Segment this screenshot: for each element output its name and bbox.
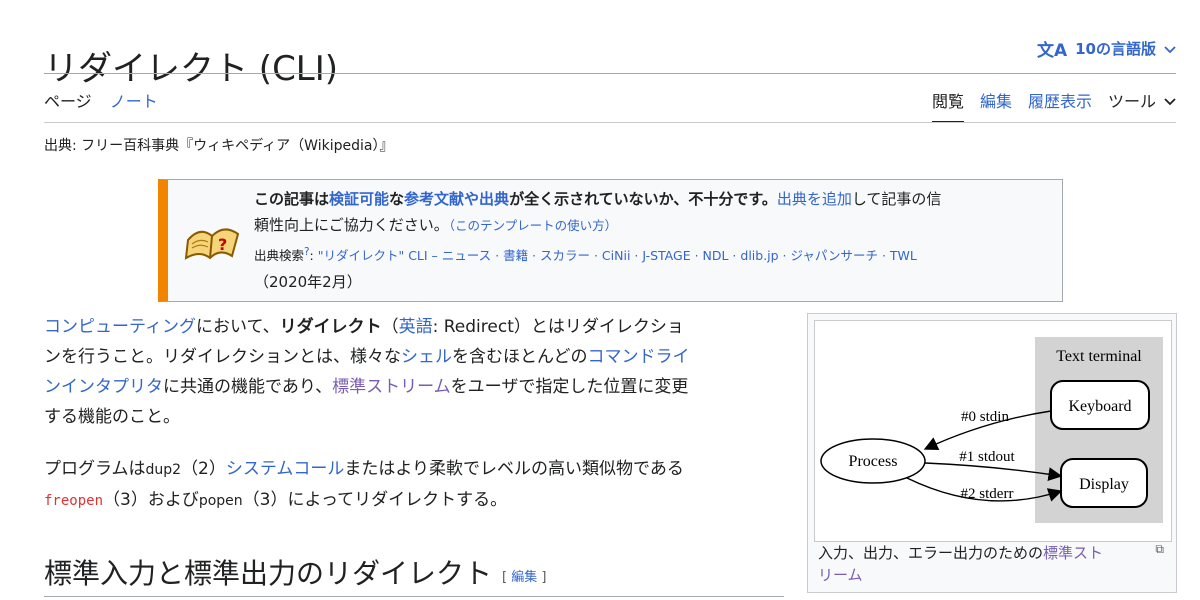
tab-talk[interactable]: ノート <box>110 88 158 112</box>
link-command-line[interactable]: コマンドライ <box>588 347 690 367</box>
edit-bracket-open: [ <box>502 569 512 585</box>
text: （2） <box>181 459 226 479</box>
tab-edit[interactable]: 編集 <box>980 88 1012 112</box>
code-dup2: dup2 <box>145 462 182 478</box>
language-button[interactable]: 文A 10の言語版 <box>1037 36 1176 61</box>
caption-link[interactable]: 標準スト <box>1043 544 1103 562</box>
link-standard-streams[interactable]: 標準ストリーム <box>332 377 451 397</box>
term-bold: リダイレクト <box>279 317 382 337</box>
link-command-line-2[interactable]: ンインタプリタ <box>44 377 163 397</box>
keyboard-label: Keyboard <box>1068 398 1131 415</box>
tab-read[interactable]: 閲覧 <box>931 88 964 123</box>
redirection-diagram: Text terminal Keyboard Display Process #… <box>820 337 1163 523</box>
section-heading: 標準入力と標準出力のリダイレクト [ 編集 ] <box>44 552 546 592</box>
section-divider <box>44 596 784 597</box>
tabs-divider <box>44 122 1176 123</box>
source-search-links[interactable]: "リダイレクト" CLI – ニュース · 書籍 · スカラー · CiNii … <box>318 248 917 263</box>
namespace-tabs: ページ ノート <box>44 88 158 112</box>
tab-read-label: 閲覧 <box>931 92 964 111</box>
notice-text-2: な <box>389 190 405 208</box>
text: ンを行うこと。リダイレクションとは、様々な <box>44 347 401 367</box>
language-label: 10の言語版 <box>1075 40 1156 58</box>
source-search-colon: : <box>309 248 318 264</box>
text: に共通の機能であり、 <box>163 377 333 397</box>
book-icon: ? <box>182 210 242 270</box>
caption-link-2[interactable]: リーム <box>818 566 863 584</box>
terminal-label: Text terminal <box>1056 348 1142 365</box>
enlarge-icon[interactable]: ⧉ <box>1155 542 1164 557</box>
display-label: Display <box>1079 476 1129 493</box>
text: またはより柔軟でレベルの高い類似物である <box>344 459 684 479</box>
tools-menu[interactable]: ツール <box>1108 88 1176 112</box>
link-shell[interactable]: シェル <box>401 347 452 367</box>
tools-label: ツール <box>1107 92 1156 111</box>
notice-text-3: が全く示されていないか、不十分です。 <box>509 190 777 208</box>
svg-text:?: ? <box>218 235 227 254</box>
link-english[interactable]: 英語 <box>399 317 433 337</box>
notice-text-4: して記事の信 <box>851 190 942 208</box>
figure-image[interactable]: Text terminal Keyboard Display Process #… <box>814 320 1172 542</box>
caption-text: 入力、出力、エラー出力のための <box>818 544 1044 562</box>
header-divider <box>44 73 1176 74</box>
tab-page[interactable]: ページ <box>44 88 92 112</box>
translate-icon: 文A <box>1036 41 1068 61</box>
link-references[interactable]: 参考文献や出典 <box>404 190 509 208</box>
notice-box: ? この記事は検証可能な参考文献や出典が全く示されていないか、不十分です。出典を… <box>158 179 1063 302</box>
section-edit-link[interactable]: 編集 <box>511 570 537 585</box>
stdout-label: #1 stdout <box>959 449 1015 465</box>
code-freopen: freopen <box>44 493 104 509</box>
process-label: Process <box>849 453 898 470</box>
tab-history[interactable]: 履歴表示 <box>1028 88 1092 112</box>
stdin-label: #0 stdin <box>961 409 1009 425</box>
text: する機能のこと。 <box>44 407 180 427</box>
link-computing[interactable]: コンピューティング <box>44 317 196 337</box>
notice-date: （2020年2月） <box>254 273 362 292</box>
figure-caption: 入力、出力、エラー出力のための標準ストリーム <box>818 542 1138 586</box>
text: をユーザで指定した位置に変更 <box>450 377 689 397</box>
second-paragraph: プログラムはdup2（2）システムコールまたはより柔軟でレベルの高い類似物である… <box>44 454 784 516</box>
code-popen: popen <box>198 493 243 509</box>
page-title: リダイレクト (CLI) <box>44 48 339 89</box>
chevron-down-icon <box>1164 91 1176 110</box>
intro-paragraph: コンピューティングにおいて、リダイレクト（英語: Redirect）とはリダイレ… <box>44 312 784 432</box>
edit-bracket-close: ] <box>537 569 547 585</box>
text: （ <box>381 317 399 337</box>
source-search-label: 出典検索 <box>254 248 305 264</box>
text: を含むほとんどの <box>452 347 588 367</box>
link-template-usage[interactable]: （このテンプレートの使い方） <box>449 218 617 233</box>
text: において、 <box>195 317 280 337</box>
section-edit: [ 編集 ] <box>502 570 546 585</box>
figure-thumbnail: Text terminal Keyboard Display Process #… <box>807 313 1177 593</box>
section-heading-text: 標準入力と標準出力のリダイレクト <box>44 557 493 590</box>
chevron-down-icon <box>1164 40 1176 58</box>
notice-text: この記事は検証可能な参考文献や出典が全く示されていないか、不十分です。出典を追加… <box>254 186 1052 295</box>
text: （3）によってリダイレクトする。 <box>242 490 508 510</box>
link-verifiable[interactable]: 検証可能 <box>329 190 389 208</box>
notice-text-5: 頼性向上にご協力ください。 <box>254 216 449 234</box>
site-subtitle: 出典: フリー百科事典『ウィキペディア（Wikipedia）』 <box>44 138 394 154</box>
text: : Redirect）とはリダイレクショ <box>432 317 684 337</box>
link-add-source[interactable]: 出典を追加 <box>777 190 852 208</box>
view-tabs: 閲覧 編集 履歴表示 ツール <box>931 88 1176 123</box>
link-system-call[interactable]: システムコール <box>226 459 345 479</box>
notice-text-1: この記事は <box>254 190 330 208</box>
text: プログラムは <box>44 459 146 479</box>
stderr-label: #2 stderr <box>961 486 1014 502</box>
text: （3）および <box>103 490 199 510</box>
